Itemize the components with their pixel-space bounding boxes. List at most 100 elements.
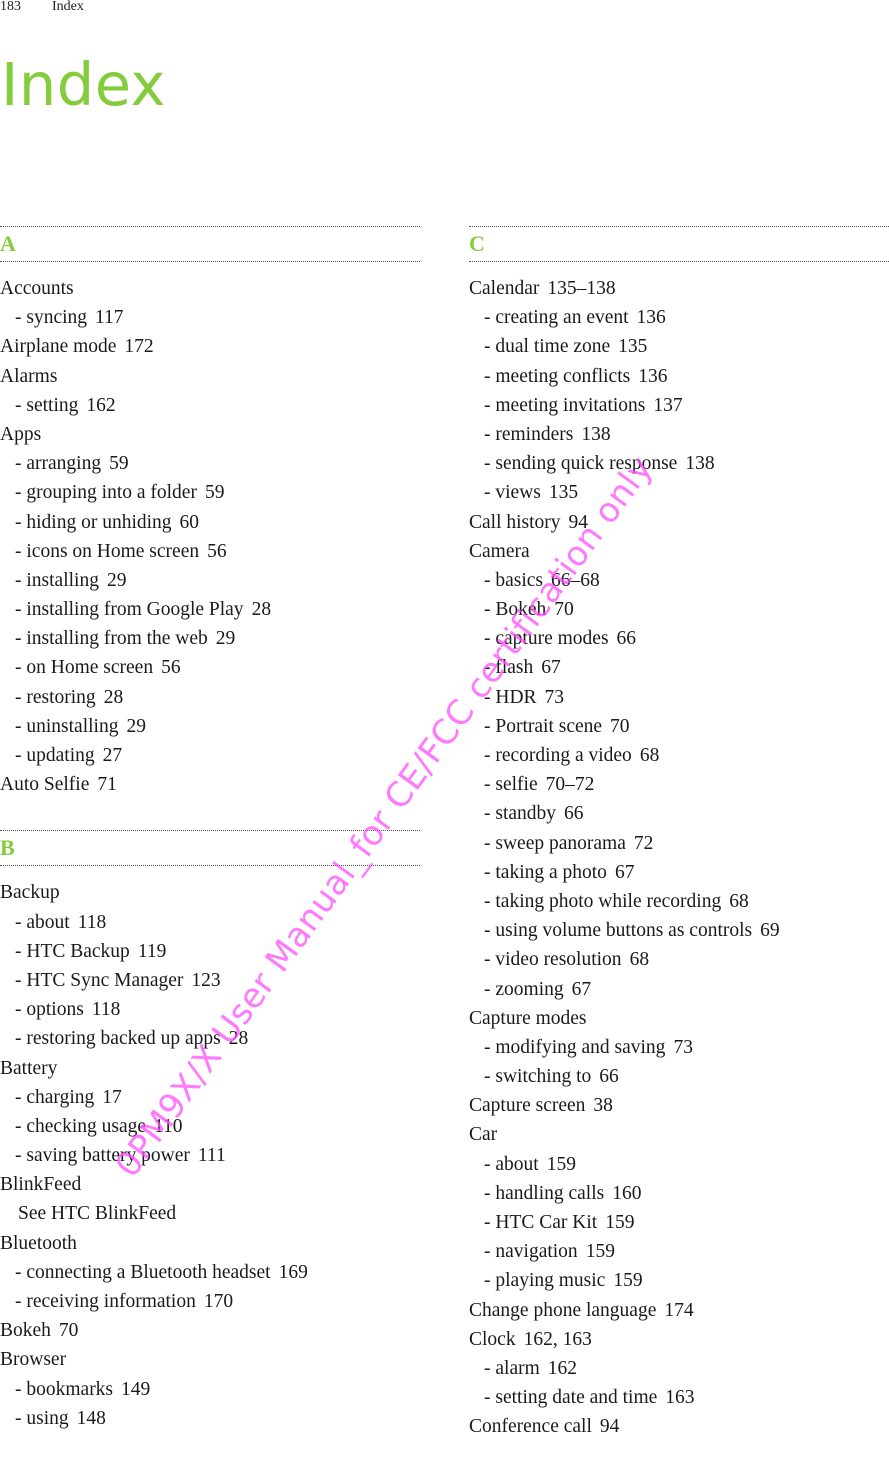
entry-term: - syncing <box>15 307 88 329</box>
page-reference-link[interactable]: 28 <box>104 687 124 708</box>
page-reference-link[interactable]: 29 <box>126 716 146 737</box>
page-reference-link[interactable]: 67 <box>541 657 561 678</box>
page-reference-link[interactable]: 111 <box>198 1145 226 1166</box>
page-reference-link[interactable]: 94 <box>600 1416 620 1437</box>
entry-term: - Bokeh <box>484 599 547 621</box>
page-reference-link[interactable]: 66 <box>599 1066 619 1087</box>
entry-term: - sweep panorama <box>484 832 626 854</box>
page-reference-link[interactable]: 169 <box>279 1262 308 1283</box>
page-reference-link[interactable]: 135–138 <box>547 278 615 299</box>
index-subentry: - using volume buttons as controls 69 <box>469 916 889 945</box>
index-entry: Car <box>469 1120 889 1149</box>
page-reference-link[interactable]: 172 <box>124 336 153 357</box>
page-reference-link[interactable]: 28 <box>229 1028 249 1049</box>
page-reference-link[interactable]: 159 <box>586 1241 615 1262</box>
index-subentry: - selfie 70–72 <box>469 770 889 799</box>
entry-term: Change phone language <box>469 1299 657 1321</box>
page-reference-link[interactable]: 29 <box>216 628 236 649</box>
page-reference-link[interactable]: 66 <box>617 628 637 649</box>
page-reference-link[interactable]: 136 <box>638 366 667 387</box>
index-subentry: - HDR 73 <box>469 683 889 712</box>
page-reference-link[interactable]: 123 <box>191 970 220 991</box>
page-reference-link[interactable]: 159 <box>547 1154 576 1175</box>
page-reference-link[interactable]: 66 <box>564 803 584 824</box>
page-reference-link[interactable]: 94 <box>569 512 589 533</box>
index-subentry: - HTC Sync Manager 123 <box>0 966 420 995</box>
page-reference-link[interactable]: 118 <box>78 912 107 933</box>
entry-term: Airplane mode <box>0 336 117 358</box>
page-reference-link[interactable]: 136 <box>637 307 666 328</box>
page-reference-link[interactable]: 27 <box>103 745 123 766</box>
index-subentry: - setting 162 <box>0 391 420 420</box>
page-reference-link[interactable]: 70 <box>59 1320 79 1341</box>
page-reference-link[interactable]: 72 <box>634 833 654 854</box>
page-reference-link[interactable]: 68 <box>640 745 660 766</box>
index-subentry: - creating an event 136 <box>469 303 889 332</box>
page-reference-link[interactable]: 67 <box>572 979 592 1000</box>
entry-term: - meeting conflicts <box>484 365 631 387</box>
page-reference-link[interactable]: 66–68 <box>551 570 600 591</box>
entry-term: - recording a video <box>484 745 632 766</box>
page-reference-link[interactable]: 159 <box>605 1212 634 1233</box>
page-reference-link[interactable]: 135 <box>618 336 647 357</box>
page-reference-link[interactable]: 71 <box>97 774 117 795</box>
page-reference-link[interactable]: 69 <box>760 920 780 941</box>
index-subentry: - sweep panorama 72 <box>469 829 889 858</box>
index-subentry: - Portrait scene 70 <box>469 712 889 741</box>
page-reference-link[interactable]: 68 <box>630 949 650 970</box>
index-subentry: - sending quick response 138 <box>469 449 889 478</box>
page-reference-link[interactable]: 29 <box>107 570 127 591</box>
entry-term: - setting <box>15 394 79 416</box>
page-reference-link[interactable]: 70 <box>554 599 574 620</box>
page-reference-link[interactable]: 149 <box>121 1379 150 1400</box>
page-reference-link[interactable]: 118 <box>92 999 121 1020</box>
index-entry: Capture screen 38 <box>469 1091 889 1120</box>
entry-term: Call history <box>469 511 561 533</box>
page-reference-link[interactable]: 73 <box>545 687 565 708</box>
entry-term: - handling calls <box>484 1182 605 1204</box>
page-reference-link[interactable]: 137 <box>653 395 682 416</box>
page-reference-link[interactable]: 59 <box>109 453 129 474</box>
index-entry: Bluetooth <box>0 1229 420 1258</box>
page-reference-link[interactable]: 159 <box>613 1270 642 1291</box>
entry-term: - icons on Home screen <box>15 540 200 562</box>
page-reference-link[interactable]: 174 <box>664 1300 693 1321</box>
page-reference-link[interactable]: 70 <box>610 716 630 737</box>
page-reference-link[interactable]: 110 <box>154 1116 183 1137</box>
entry-term: - meeting invitations <box>484 394 646 416</box>
page-reference-link[interactable]: 67 <box>615 862 635 883</box>
index-subentry: - handling calls 160 <box>469 1179 889 1208</box>
page-reference-link[interactable]: 70–72 <box>546 774 595 795</box>
page-reference-link[interactable]: 135 <box>549 482 578 503</box>
page-reference-link[interactable]: 162 <box>548 1358 577 1379</box>
page-reference-link[interactable]: 119 <box>138 941 167 962</box>
page-reference-link[interactable]: 163 <box>665 1387 694 1408</box>
index-entry: Airplane mode 172 <box>0 332 420 361</box>
page-reference-link[interactable]: 138 <box>685 453 714 474</box>
index-see-reference: See HTC BlinkFeed <box>0 1199 420 1228</box>
page-reference-link[interactable]: 28 <box>252 599 272 620</box>
entry-term: Capture screen <box>469 1095 586 1117</box>
entry-term: - capture modes <box>484 628 609 650</box>
page-reference-link[interactable]: 117 <box>95 307 124 328</box>
page-reference-link[interactable]: 138 <box>581 424 610 445</box>
page-reference-link[interactable]: 160 <box>612 1183 641 1204</box>
page-reference-link[interactable]: 68 <box>729 891 749 912</box>
index-subentry: - flash 67 <box>469 653 889 682</box>
page-reference-link[interactable]: 148 <box>77 1408 106 1429</box>
page-reference-link[interactable]: 170 <box>204 1291 233 1312</box>
index-subentry: - syncing 117 <box>0 303 420 332</box>
section-letter-header: A <box>0 226 420 262</box>
page-reference-link[interactable]: 38 <box>593 1095 613 1116</box>
index-subentry: - recording a video 68 <box>469 741 889 770</box>
page-reference-link[interactable]: 73 <box>673 1037 693 1058</box>
page-reference-link[interactable]: 162 <box>86 395 115 416</box>
page-reference-link[interactable]: 162, 163 <box>524 1329 592 1350</box>
page-reference-link[interactable]: 56 <box>207 541 227 562</box>
index-subentry: - capture modes 66 <box>469 624 889 653</box>
page-reference-link[interactable]: 56 <box>161 657 181 678</box>
page-reference-link[interactable]: 17 <box>102 1087 122 1108</box>
page-reference-link[interactable]: 60 <box>180 512 200 533</box>
page-reference-link[interactable]: 59 <box>205 482 225 503</box>
entry-term: - HTC Sync Manager <box>15 969 184 991</box>
